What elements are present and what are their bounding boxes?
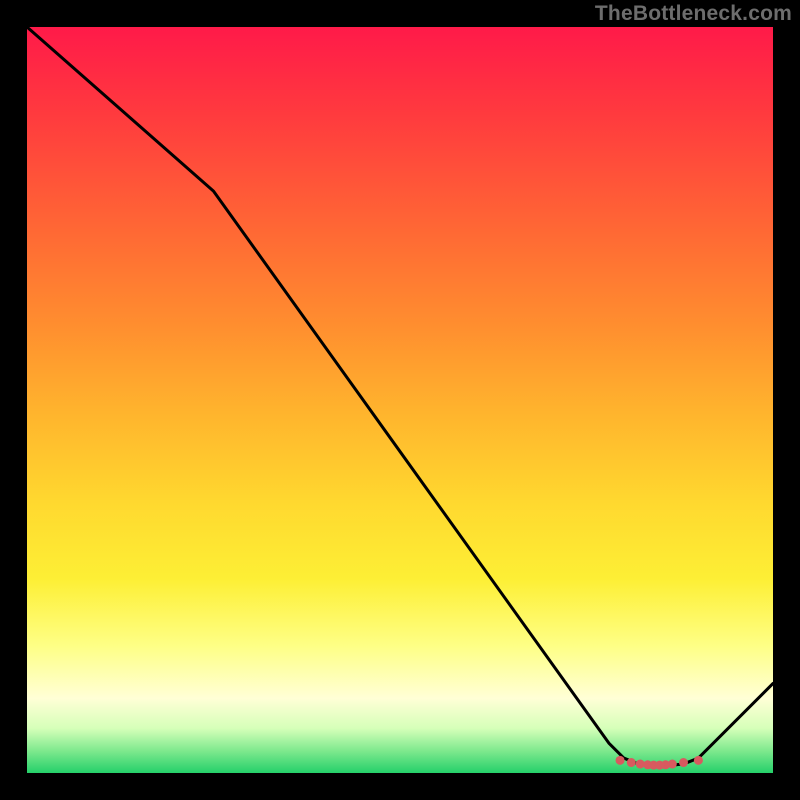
curve-path: [27, 27, 773, 766]
marker-dot: [694, 756, 703, 765]
marker-dot: [668, 760, 677, 769]
marker-dot: [616, 756, 625, 765]
line-series: [27, 27, 773, 766]
marker-dot: [679, 758, 688, 767]
watermark-text: TheBottleneck.com: [595, 2, 792, 26]
marker-dot: [627, 758, 636, 767]
chart-overlay: [27, 27, 773, 773]
chart-frame: TheBottleneck.com: [0, 0, 800, 800]
